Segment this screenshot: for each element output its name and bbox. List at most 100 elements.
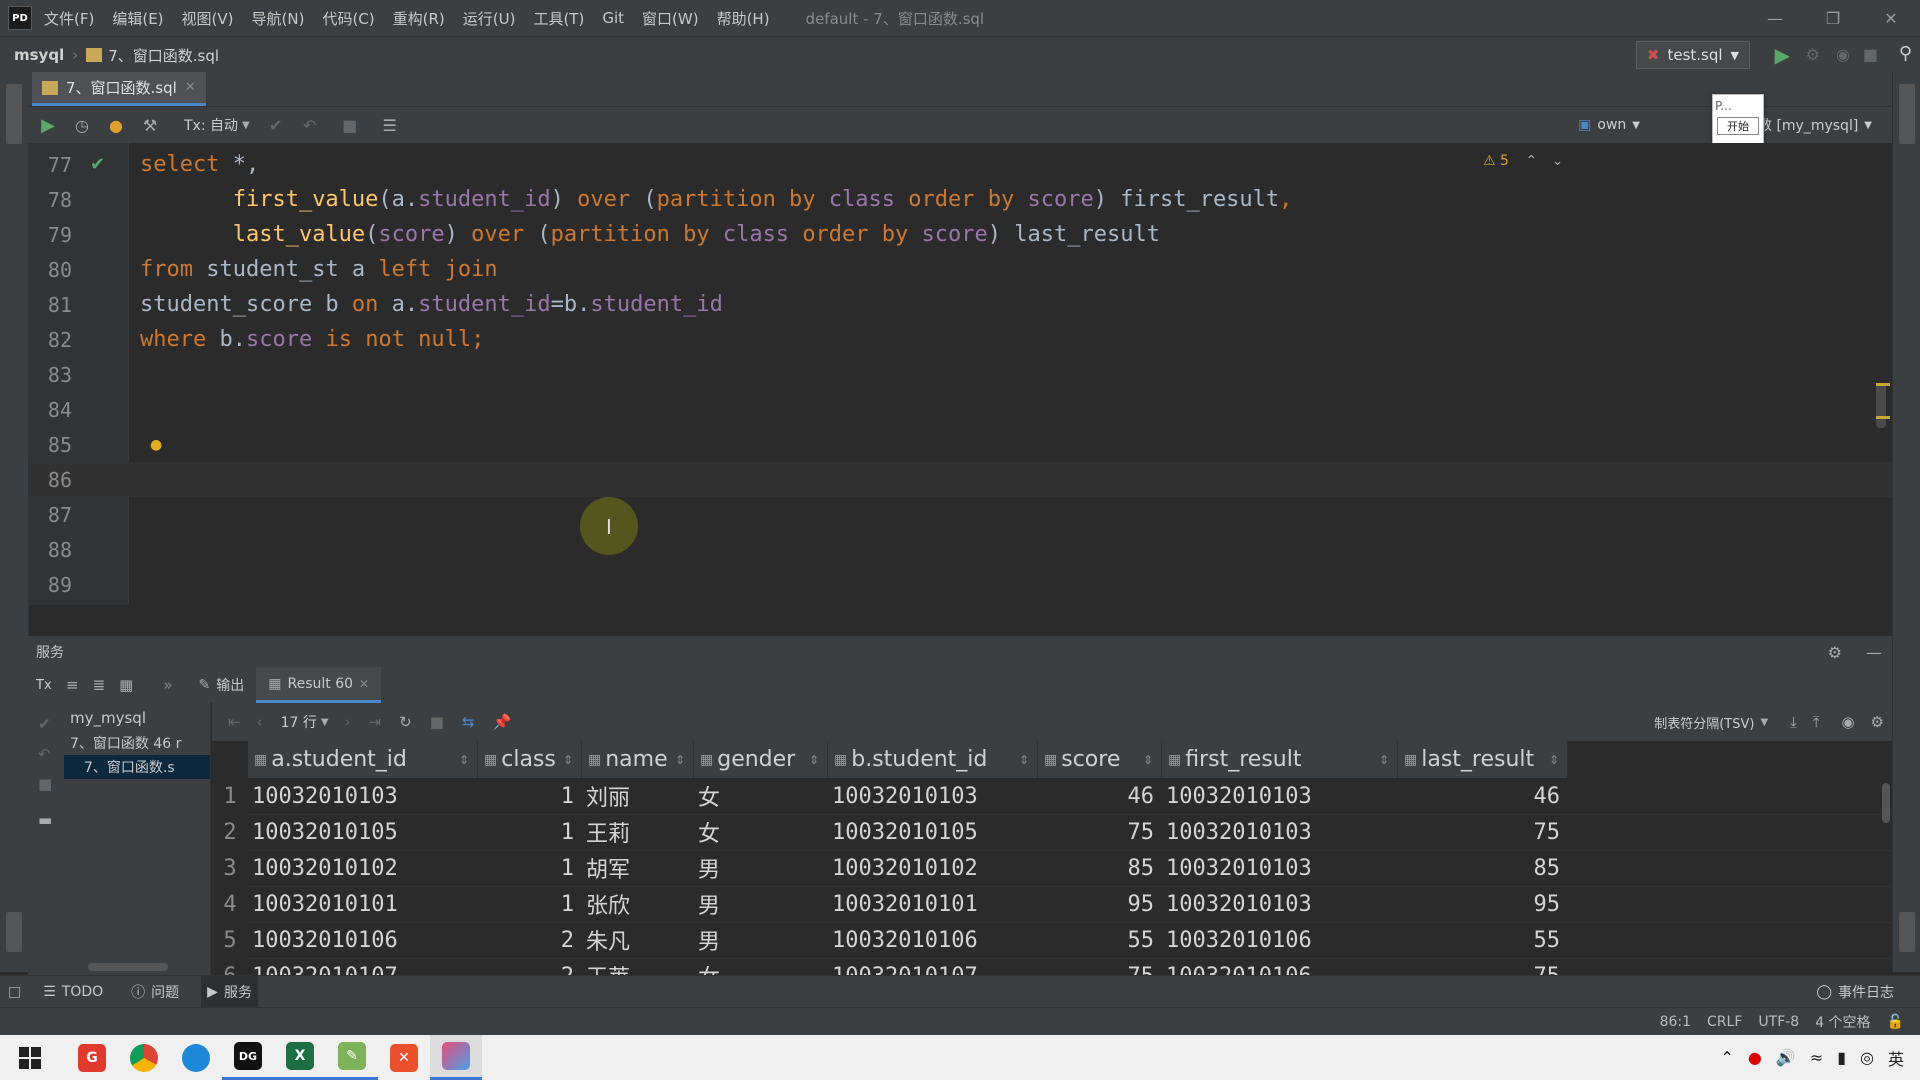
layout-icon[interactable]: ▬ bbox=[38, 811, 52, 829]
code-line[interactable]: 78 first_value(a.student_id) over (parti… bbox=[28, 182, 1892, 217]
table-cell[interactable]: 男 bbox=[698, 922, 820, 958]
next-page-icon[interactable]: › bbox=[345, 713, 351, 731]
editor-scrollbar[interactable] bbox=[1876, 383, 1886, 428]
settings-wrench-icon[interactable]: ⚒ bbox=[136, 111, 164, 139]
menu-view[interactable]: 视图(V) bbox=[182, 8, 234, 29]
column-header[interactable]: ▦ score ⇕ bbox=[1038, 741, 1162, 778]
floating-popup[interactable]: P... 开始 bbox=[1712, 94, 1764, 148]
commit-icon[interactable]: ✔ bbox=[38, 715, 51, 733]
commit-icon[interactable]: ✔ bbox=[262, 111, 290, 139]
code-line[interactable]: 88 bbox=[28, 532, 1892, 567]
stop-icon[interactable]: ■ bbox=[1863, 45, 1878, 64]
chrome-icon[interactable] bbox=[118, 1035, 170, 1080]
menu-tools[interactable]: 工具(T) bbox=[533, 8, 584, 29]
last-page-icon[interactable]: ⇥ bbox=[369, 713, 382, 731]
table-cell[interactable]: 10032010105 bbox=[832, 814, 1030, 850]
result-grid[interactable]: ▦ a.student_id ⇕ ▦ class ⇕ ▦ name ⇕ ▦ gender ⇕ ▦ b.st… bbox=[212, 741, 1892, 975]
table-cell[interactable]: 75 bbox=[1402, 958, 1561, 976]
sort-icon[interactable]: ⇕ bbox=[1019, 753, 1029, 767]
indent-setting[interactable]: 4 个空格 bbox=[1815, 1012, 1870, 1032]
collapse-all-icon[interactable]: ≣ bbox=[93, 676, 106, 694]
table-cell[interactable]: 10032010107 bbox=[252, 958, 470, 976]
table-row[interactable]: 3 10032010102 1 胡军男 10032010102 85 10032010103… bbox=[223, 850, 1892, 887]
table-cell[interactable]: 1 bbox=[482, 886, 574, 922]
close-tab-icon[interactable]: ✕ bbox=[185, 80, 196, 95]
sort-icon[interactable]: ⇕ bbox=[809, 753, 819, 767]
code-line[interactable]: 82 where b.score is not null; bbox=[28, 322, 1892, 357]
table-cell[interactable]: 女 bbox=[698, 958, 820, 975]
breadcrumb-project[interactable]: msyql bbox=[14, 46, 64, 64]
menu-refactor[interactable]: 重构(R) bbox=[393, 8, 445, 29]
todo-tool-button[interactable]: ☰ TODO bbox=[37, 976, 109, 1008]
sort-icon[interactable]: ⇕ bbox=[1143, 753, 1153, 767]
column-header[interactable]: ▦ last_result ⇕ bbox=[1398, 741, 1568, 778]
table-cell[interactable]: 10032010106 bbox=[1166, 922, 1390, 958]
compare-icon[interactable]: ⇆ bbox=[462, 713, 475, 731]
volume-icon[interactable]: 🔊 bbox=[1776, 1048, 1796, 1067]
table-cell[interactable]: 95 bbox=[1402, 886, 1561, 922]
tree-item-session[interactable]: 7、窗口函数 46 r bbox=[70, 733, 181, 753]
export-format-select[interactable]: 制表符分隔(TSV) bbox=[1654, 713, 1754, 732]
table-cell[interactable]: 刘丽 bbox=[586, 778, 686, 814]
tx-mode-select[interactable]: Tx: 自动 bbox=[184, 115, 238, 135]
pin-icon[interactable]: 📌 bbox=[492, 713, 511, 731]
rollback-icon[interactable]: ↶ bbox=[296, 111, 324, 139]
tree-item-console[interactable]: 7、窗口函数.s bbox=[84, 757, 175, 777]
table-row[interactable]: 5 10032010106 2 朱凡男 10032010106 55 10032010106… bbox=[223, 922, 1892, 959]
column-header[interactable]: ▦ class ⇕ bbox=[478, 741, 582, 778]
tab-output[interactable]: ✎ 输出 bbox=[187, 667, 257, 703]
group-by-icon[interactable]: ▦ bbox=[119, 676, 133, 694]
coverage-icon[interactable]: ◉ bbox=[1836, 45, 1850, 64]
restore-icon[interactable]: ❐ bbox=[1804, 0, 1862, 36]
sql-editor[interactable]: 77 ✔ select *, 78 first_value(a.student_id)… bbox=[28, 143, 1892, 605]
stop-icon[interactable]: ■ bbox=[38, 775, 52, 793]
tree-scrollbar[interactable] bbox=[88, 963, 168, 971]
more-icon[interactable]: » bbox=[163, 676, 172, 694]
table-cell[interactable]: 10032010106 bbox=[832, 922, 1030, 958]
code-line[interactable]: 80 from student_st a left join bbox=[28, 252, 1892, 287]
close-icon[interactable]: ✕ bbox=[1862, 0, 1920, 36]
column-header[interactable]: ▦ gender ⇕ bbox=[694, 741, 828, 778]
table-cell[interactable]: 55 bbox=[1402, 922, 1561, 958]
intention-bulb-icon[interactable]: ● bbox=[150, 437, 162, 453]
search-icon[interactable]: ⚲ bbox=[1899, 43, 1912, 64]
code-line[interactable]: 79 last_value(score) over (partition by … bbox=[28, 217, 1892, 252]
table-cell[interactable]: 女 bbox=[698, 778, 820, 814]
code-line[interactable]: 85 ● bbox=[28, 427, 1892, 462]
row-count-select[interactable]: 17 行 bbox=[281, 712, 317, 732]
favorites-tool-icon[interactable] bbox=[6, 912, 22, 952]
history-icon[interactable]: ◷ bbox=[68, 111, 96, 139]
expand-all-icon[interactable]: ≡ bbox=[66, 676, 79, 694]
menu-help[interactable]: 帮助(H) bbox=[717, 8, 770, 29]
g-app-icon[interactable]: G bbox=[66, 1035, 118, 1080]
lock-icon[interactable]: 🔓 bbox=[1887, 1014, 1904, 1030]
microphone-icon[interactable]: ◎ bbox=[1860, 1048, 1874, 1067]
table-cell[interactable]: 75 bbox=[1402, 814, 1561, 850]
battery-icon[interactable]: ▮ bbox=[1837, 1048, 1846, 1067]
table-cell[interactable]: 10032010107 bbox=[832, 958, 1030, 976]
breadcrumb-file[interactable]: 7、窗口函数.sql bbox=[108, 45, 219, 66]
code-line[interactable]: 86 bbox=[28, 462, 1892, 497]
table-cell[interactable]: 女 bbox=[698, 814, 820, 850]
code-line[interactable]: 83 bbox=[28, 357, 1892, 392]
toggle-panels-icon[interactable]: □ bbox=[8, 984, 21, 1000]
table-cell[interactable]: 10032010103 bbox=[1166, 886, 1390, 922]
table-cell[interactable]: 10032010101 bbox=[832, 886, 1030, 922]
edge-icon[interactable] bbox=[170, 1035, 222, 1080]
table-row[interactable]: 2 10032010105 1 王莉女 10032010105 75 10032010103… bbox=[223, 814, 1892, 851]
debug-icon[interactable]: ⚙ bbox=[1806, 45, 1820, 64]
sort-icon[interactable]: ⇕ bbox=[675, 753, 685, 767]
table-cell[interactable]: 10032010103 bbox=[1166, 778, 1390, 814]
ime-indicator[interactable]: 英 bbox=[1888, 1046, 1904, 1070]
table-cell[interactable]: 10032010105 bbox=[252, 814, 470, 850]
tab-result[interactable]: ▦ Result 60 ✕ bbox=[256, 667, 382, 703]
table-cell[interactable]: 10032010101 bbox=[252, 886, 470, 922]
structure-tool-icon[interactable] bbox=[1899, 912, 1915, 952]
view-icon[interactable]: ◉ bbox=[1841, 713, 1854, 731]
table-cell[interactable]: 2 bbox=[482, 922, 574, 958]
caret-position[interactable]: 86:1 bbox=[1660, 1014, 1691, 1030]
table-cell[interactable]: 10032010102 bbox=[832, 850, 1030, 886]
menu-window[interactable]: 窗口(W) bbox=[642, 8, 699, 29]
table-cell[interactable]: 10032010103 bbox=[1166, 850, 1390, 886]
upload-icon[interactable]: ⤒ bbox=[1813, 713, 1820, 731]
